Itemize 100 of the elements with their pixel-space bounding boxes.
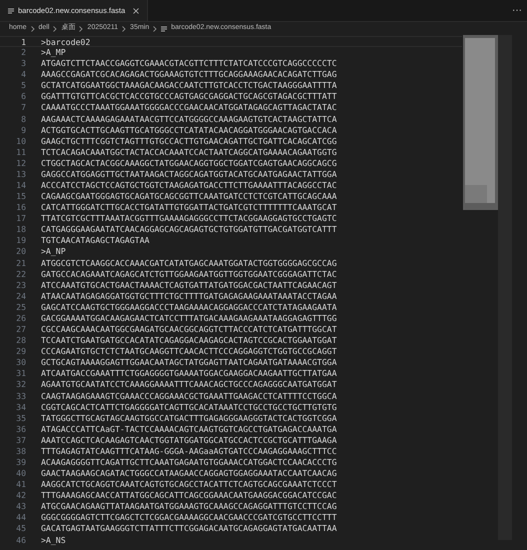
code-line: ATGGCGTCTCAAGGCACCAAACGATCATATGAGCAAATGGATACTGGTGGGGAGCGCCAG xyxy=(41,258,337,269)
chevron-icon xyxy=(53,26,58,32)
code-line: TATGGGCTTGCAGTAGCAAGTGGCCATGACTTTGAGAGGGAAGGGTACTCACTGGTCGGA xyxy=(41,412,337,424)
line-number: 23 xyxy=(15,280,26,291)
line-number: 15 xyxy=(15,191,26,202)
line-number: 39 xyxy=(15,456,26,468)
line-number: 35 xyxy=(15,412,26,424)
line-number: 8 xyxy=(20,114,26,125)
code-line: GGGCGGGGAGTCTTCGAGCTCTCGGACGAAAAGGCAACGAACCCGATCGTGCCTTCCTTT xyxy=(41,512,337,524)
code-line: >A_NP xyxy=(41,246,66,258)
line-number: 18 xyxy=(15,224,26,236)
code-line: CAGAAGCGAATGGGAGTGCAGATGCAGCGGTTCAAATGATCCTCTCGTCATTGCAGCAAA xyxy=(41,191,337,202)
code-line: ACTGGTGCACTTGCAAGTTGCATGGGCCTCATATACAACAGGATGGGAACAGTGACCACA xyxy=(41,124,337,136)
code-line: CGCCAAGCAAACAATGGCGAAGATGCAACGGCAGGTCTTACCCATCTCATGATTTGGCAT xyxy=(41,324,337,336)
code-line: GCTATCATGGAATGGCTAAAGACAAGACCAATCTTGTCACCTCTGACTAAGGGAATTTTA xyxy=(41,80,337,92)
file-lines-icon xyxy=(161,26,168,32)
code-line: AAATCCAGCTCACAAGAGTCAACTGGTATGGATGGCATGCCACTCCGCTGCATTTGAAGA xyxy=(41,434,337,446)
line-number: 11 xyxy=(15,146,26,158)
code-line: ATAGACCCATTCAaGT-TACTCCAAAACAGTCAAGTGGTCAGCCTGATGAGACCAAATGA xyxy=(41,424,337,435)
line-number: 32 xyxy=(15,379,26,390)
code-line: ATAACAATAGAGAGGATGGTGCTTTCTGCTTTTGATGAGAGAAGAAATAAATACCTAGAA xyxy=(41,290,337,302)
line-number: 33 xyxy=(15,390,26,402)
line-number: 22 xyxy=(15,268,26,280)
code-line: ATGAGTCTTCTAACCGAGGTCGAAACGTACGTTCTTTCTATCATCCCGTCAGGCCCCCTC xyxy=(41,58,337,70)
code-line: AAGAAACTCAAAAGAGAAATAACGTTCCATGGGGCCAAAGAAGTGTCACTAAGCTATTCA xyxy=(41,114,337,125)
line-number: 42 xyxy=(15,490,26,502)
code-line: ATCCAAATGTGCACTGAACTAAAACTCAGTGATTATGATGGACGACTAATTCAGAACAGT xyxy=(41,280,337,291)
line-number: 1 xyxy=(20,37,26,46)
line-number: 31 xyxy=(15,368,26,380)
line-number: 44 xyxy=(15,512,26,524)
line-number: 45 xyxy=(15,523,26,535)
chevron-icon xyxy=(30,26,35,32)
line-number: 43 xyxy=(15,501,26,512)
line-number: 30 xyxy=(15,357,26,368)
code-line: CATCATTGGGATCTTGCACCTGATATTGTGGATTACTGATCGTCTTTTTTTCAAATGCAT xyxy=(41,202,337,214)
code-line: GACATGAGTAATGAAGGGTCTTATTTCTTCGGAGACAATGCAGAGGAGTATGACAATTAA xyxy=(41,523,337,535)
chevron-icon xyxy=(122,26,126,32)
line-number: 41 xyxy=(15,479,26,490)
code-line: TTTGAAAGAGCAACCATTATGGCAGCATTCAGCGGAAACAATGAAGGACGGACATCCGAC xyxy=(41,490,337,502)
code-line: GAAGCTGCTTTCGGTCTAGTTTGTGCCACTTGTGAACAGATTGCTGATTCACAGCATCGG xyxy=(41,136,337,147)
code-line: GGATTTGTGTTCACGCTCACCGTGCCCAGTGAGCGAGGACTGCAGCGTAGACGCTTTATT xyxy=(41,91,337,102)
line-number: 26 xyxy=(15,312,26,324)
code-line: CAAGTAAGAGAAAGTCGAAACCCAGGAAACGCTGAAATTGAAGACCTCATTTTCCTGGCA xyxy=(41,390,337,402)
chevron-icon xyxy=(79,26,84,32)
line-number: 28 xyxy=(15,335,26,346)
line-number: 19 xyxy=(15,235,26,246)
line-number: 14 xyxy=(15,180,26,192)
line-number: 24 xyxy=(15,290,26,302)
line-number: 3 xyxy=(20,58,26,70)
code-line: TCTCACAGACAAATGGCTACTACCACAAATCCACTAATCAGGCATGAAAACAGAATGGTG xyxy=(41,146,337,158)
code-line: AAGGCATCTGCAGGTCAAATCAGTGTGCAGCCTACATTCTCAGTGCAGCGAAATCTCCCT xyxy=(41,479,337,490)
code-line: TCCAATCTGAATGATGCCACATATCAGAGGACAAGAGCACTAGTCCGCACTGGAATGGAT xyxy=(41,335,337,346)
line-number: 7 xyxy=(20,102,26,114)
line-number: 46 xyxy=(15,534,26,546)
line-number: 13 xyxy=(15,168,26,180)
code-line: GATGCCACAGAAATCAGAGCATCTGTTGGAAGAATGGTTGGTGGAATCGGGAGATTCTAC xyxy=(41,268,337,280)
code-line: GAACTAAGAAGCAGATACTGGGCCATAAGAACCAGGAGTGGAGGAAATACCAATCAACAG xyxy=(41,468,337,480)
line-number: 40 xyxy=(15,468,26,480)
line-number: 20 xyxy=(15,246,26,258)
code-line: TGTCAACATAGAGCTAGAGTAA xyxy=(41,235,150,246)
code-line: TTATCGTCGCTTTAAATACGGTTTGAAAAGAGGGCCTTCTACGGAAGGAGTGCCTGAGTC xyxy=(41,213,337,224)
line-number: 38 xyxy=(15,446,26,457)
code-line: >barcode02 xyxy=(41,37,90,46)
line-number: 25 xyxy=(15,302,26,313)
code-line: ACAAGAGGGGTTCAGATTGCTTCAAATGAGAATGTGGAAACCATGGACTCCAACACCCTG xyxy=(41,456,337,468)
line-number: 29 xyxy=(15,346,26,358)
code-line: CCCAGAATGTGCTCTCTAATGCAAGGTTCAACACTTCCCAGGAGGTCTGGTGCCGCAGGT xyxy=(41,346,337,358)
code-line: ATGCGAACAGAAGTTATAAGAATGATGGAAAGTGCAAAGCCAGAGGATTTGTCCTTCCAG xyxy=(41,501,337,512)
code-line: GACGGAAAATGGACAAGAGAACTCATCCTTTATGACAAAGAAGAAATAAGGAGAGTTTGG xyxy=(41,312,337,324)
line-number: 6 xyxy=(20,91,26,102)
file-lines-icon xyxy=(8,8,14,14)
code-line: ATCAATGACCGAAATTTCTGGAGGGGTGAAAATGGACGAAGGACAAGAATTGCTTATGAA xyxy=(41,368,337,380)
line-number: 37 xyxy=(15,434,26,446)
code-line: GCTGCAGTAAAAGGAGTTGGAACAATAGCTATGGAGTTAATCAGAATGATAAAACGTGGA xyxy=(41,357,337,368)
code-line: CAAAATGCCCTAAATGGAAATGGGGACCCGAACAACATGGATAGAGCAGTTAGACTATAC xyxy=(41,102,337,114)
code-line: >A_NS xyxy=(41,534,66,546)
chevron-icon xyxy=(153,26,158,32)
line-number: 17 xyxy=(15,213,26,224)
more-actions-icon[interactable]: ··· xyxy=(512,6,522,16)
code-line: >A_MP xyxy=(41,47,66,58)
code-line: GAGGCCATGGAGGTTGCTAATAAGACTAGGCAGATGGTACATGCAATGAGAACTATTGGA xyxy=(41,168,337,180)
code-line: CTGGCTAGCACTACGGCAAAGGCTATGGAACAGGTGGCTGGATCGAGTGAACAGGCAGCG xyxy=(41,158,337,169)
line-number: 4 xyxy=(20,69,26,80)
line-number: 10 xyxy=(15,136,26,147)
line-number: 9 xyxy=(20,124,26,136)
scrollbar[interactable] xyxy=(498,35,512,540)
close-icon[interactable] xyxy=(133,8,140,14)
line-number: 34 xyxy=(15,402,26,413)
line-number: 5 xyxy=(20,80,26,92)
code-line: AAAGCCGAGATCGCACAGAGACTGGAAAGTGTCTTTGCAGGAAAGAACACAGATCTTGAG xyxy=(41,69,337,80)
code-line: GAGCATCCAAGTGCTGGGAAGGACCCTAAGAAAACAGGAGGACCCATCTATAGAAGAATA xyxy=(41,302,337,313)
line-number: 16 xyxy=(15,202,26,214)
code-line: CGGTCAGCACTCATTCTGAGGGGATCAGTTGCACATAAATCCTGCCTGCCTGCTTGTGTG xyxy=(41,402,337,413)
line-number: 27 xyxy=(15,324,26,336)
code-line: ACCCATCCTAGCTCCAGTGCTGGTCTAAGAGATGACCTTCTTGAAAATTTACAGGCCTAC xyxy=(41,180,337,192)
line-number: 12 xyxy=(15,158,26,169)
code-line: CATGAGGGAAGAATATCAACAGGAGCAGCAGAGTGCTGTGGATGTTGACGATGGTCATTT xyxy=(41,224,337,236)
code-line: TTTGAGAGTATCAAGTTTCATAAG-GGGA-AAGaaAGTGATCCCAAGAGGAAAGCTTTCC xyxy=(41,446,337,457)
line-number: 2 xyxy=(20,47,26,58)
line-number: 36 xyxy=(15,424,26,435)
